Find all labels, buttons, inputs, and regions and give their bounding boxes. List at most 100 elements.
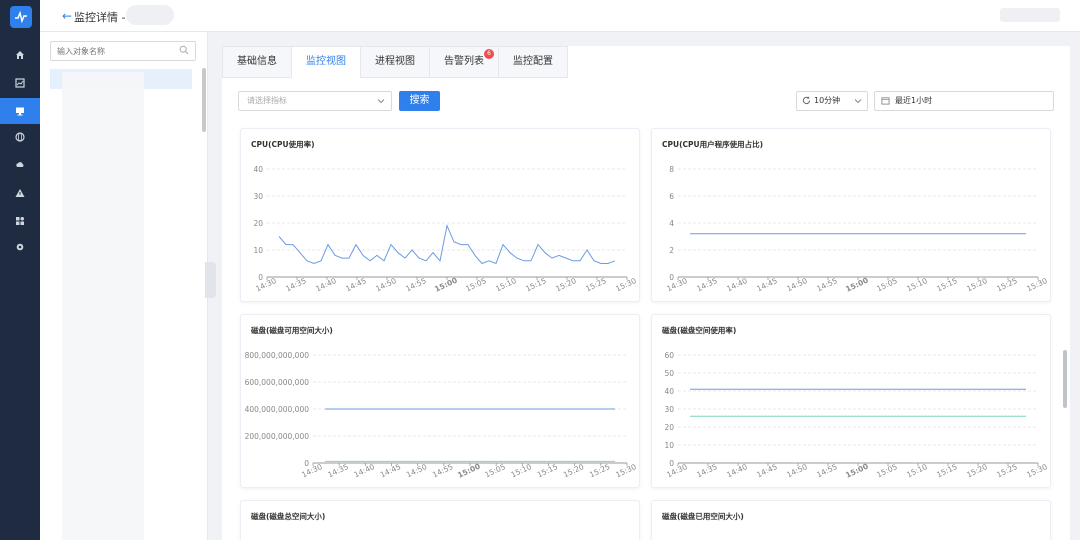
x-tick-label: 14:35 — [695, 462, 719, 479]
sidebar-item-monitor[interactable] — [0, 98, 40, 124]
cpu-usage-chart: 01020304014:30 14:35 14:40 14:45 14:50 14:55 1… — [253, 165, 638, 294]
tab-monitor-view[interactable]: 监控视图 — [291, 46, 360, 78]
main-panel: 基础信息 监控视图 进程视图 告警列表 6 监控配置 请选择指标 搜索 10分钟 … — [222, 46, 1070, 540]
x-tick-label: 14:45 — [379, 462, 403, 479]
x-tick-label: 15:30 — [1025, 276, 1049, 293]
alert-icon — [15, 189, 25, 197]
metric-select-placeholder: 请选择指标 — [247, 96, 287, 105]
x-tick-label: 15:25 — [995, 276, 1019, 293]
x-tick-label: 15:15 — [935, 276, 959, 293]
x-tick-label: 14:40 — [353, 462, 377, 479]
top-header: ← 监控详情 - 1 — [40, 0, 1080, 32]
x-tick-label: 14:55 — [431, 462, 455, 479]
monitor-icon — [16, 107, 24, 116]
y-tick-label: 2 — [669, 246, 674, 255]
chevron-down-icon — [377, 99, 385, 104]
apps-icon — [16, 217, 24, 225]
tab-monitor-config[interactable]: 监控配置 — [498, 46, 568, 78]
x-tick-label: 15:10 — [510, 462, 534, 479]
sidebar-item-chart[interactable] — [0, 70, 40, 96]
metric-select[interactable]: 请选择指标 — [238, 91, 392, 111]
main-scrollbar[interactable] — [1063, 350, 1067, 408]
y-tick-label: 4 — [669, 219, 674, 228]
tab-label: 监控视图 — [306, 56, 346, 67]
y-tick-label: 20 — [664, 423, 674, 432]
tab-process-view[interactable]: 进程视图 — [360, 46, 429, 78]
tab-basic-info[interactable]: 基础信息 — [222, 46, 291, 78]
tab-label: 告警列表 — [444, 56, 484, 67]
refresh-icon — [802, 96, 811, 105]
y-tick-label: 30 — [253, 192, 263, 201]
object-search-input[interactable] — [51, 42, 171, 60]
y-tick-label: 200,000,000,000 — [245, 432, 310, 441]
y-tick-label: 6 — [669, 192, 674, 201]
x-tick-label: 15:05 — [483, 462, 507, 479]
x-tick-label: 14:35 — [326, 462, 350, 479]
x-tick-label: 15:15 — [524, 276, 548, 293]
sidebar-item-home[interactable] — [0, 42, 40, 68]
y-tick-label: 10 — [664, 441, 674, 450]
disk-free-chart: 0200,000,000,000400,000,000,000600,000,0… — [245, 351, 638, 480]
x-tick-label: 15:30 — [614, 276, 638, 293]
x-tick-label: 14:40 — [725, 462, 749, 479]
y-tick-label: 60 — [664, 351, 674, 360]
x-tick-label: 15:10 — [494, 276, 518, 293]
x-tick-label: 15:20 — [965, 276, 989, 293]
y-tick-label: 800,000,000,000 — [245, 351, 310, 360]
x-tick-label: 15:20 — [562, 462, 586, 479]
x-tick-label: 15:15 — [935, 462, 959, 479]
chart-card-disk-used: 磁盘(磁盘已用空间大小) — [651, 500, 1051, 540]
x-tick-label: 14:40 — [725, 276, 749, 293]
x-tick-label: 15:00 — [844, 276, 869, 294]
y-tick-label: 40 — [664, 387, 674, 396]
x-tick-label: 14:50 — [785, 462, 809, 479]
y-tick-label: 8 — [669, 165, 674, 174]
disk-usage-chart: 010203040506014:30 14:35 14:40 14:45 14:50 14… — [664, 351, 1048, 480]
x-tick-label: 15:20 — [554, 276, 578, 293]
time-range-picker[interactable]: 最近1小时 — [874, 91, 1054, 111]
arrow-left-icon[interactable]: ← — [62, 9, 72, 23]
x-tick-label: 14:45 — [344, 276, 368, 293]
sidebar-item-settings[interactable] — [0, 234, 40, 260]
x-tick-label: 14:50 — [405, 462, 429, 479]
pulse-icon — [15, 10, 27, 24]
x-tick-label: 15:00 — [844, 462, 869, 480]
search-icon[interactable] — [179, 45, 189, 55]
sidebar-item-globe[interactable] — [0, 124, 40, 150]
sidebar-item-apps[interactable] — [0, 208, 40, 234]
tree-scrollbar[interactable] — [202, 68, 206, 132]
globe-icon — [15, 132, 25, 142]
redacted-tree-items — [62, 72, 144, 540]
x-tick-label: 14:50 — [785, 276, 809, 293]
tab-bar: 基础信息 监控视图 进程视图 告警列表 6 监控配置 — [222, 46, 568, 78]
cloud-icon — [16, 162, 24, 167]
refresh-interval-select[interactable]: 10分钟 — [796, 91, 868, 111]
home-icon — [16, 51, 24, 59]
sidebar-item-cloud[interactable] — [0, 152, 40, 178]
x-tick-label: 15:25 — [584, 276, 608, 293]
sidebar-item-alert[interactable] — [0, 180, 40, 206]
time-range-label: 最近1小时 — [895, 96, 933, 105]
search-button[interactable]: 搜索 — [399, 91, 440, 111]
chart-title: 磁盘(磁盘已用空间大小) — [662, 512, 744, 521]
cpu-user-chart: 0246814:30 14:35 14:40 14:45 14:50 14:55 15:00… — [665, 165, 1049, 294]
chart-icon — [15, 78, 25, 88]
chart-card-cpu: CPU(CPU使用率) 0 10 20 30 40 14:30 14:35 14:40 14:4… — [240, 128, 640, 302]
chart-title: 磁盘(磁盘总空间大小) — [251, 512, 326, 521]
tab-label: 进程视图 — [375, 56, 415, 67]
y-tick-label: 50 — [664, 369, 674, 378]
tab-label: 基础信息 — [237, 56, 277, 67]
series-line — [278, 224, 616, 265]
x-tick-label: 14:40 — [314, 276, 338, 293]
y-tick-label: 10 — [253, 246, 263, 255]
x-tick-label: 14:35 — [695, 276, 719, 293]
alert-count-badge: 6 — [484, 49, 494, 59]
app-logo[interactable] — [10, 6, 32, 28]
chart-card-cpu-user: CPU(CPU用户程序使用占比) 0 2 4 6 8 14:30 14:35 14:40 14:… — [651, 128, 1051, 302]
redacted-user — [1000, 8, 1060, 22]
tab-alert-list[interactable]: 告警列表 6 — [429, 46, 498, 78]
x-tick-label: 14:55 — [815, 276, 839, 293]
collapse-panel-handle[interactable] — [205, 262, 216, 298]
x-tick-label: 15:25 — [995, 462, 1019, 479]
nav-rail — [0, 0, 40, 540]
